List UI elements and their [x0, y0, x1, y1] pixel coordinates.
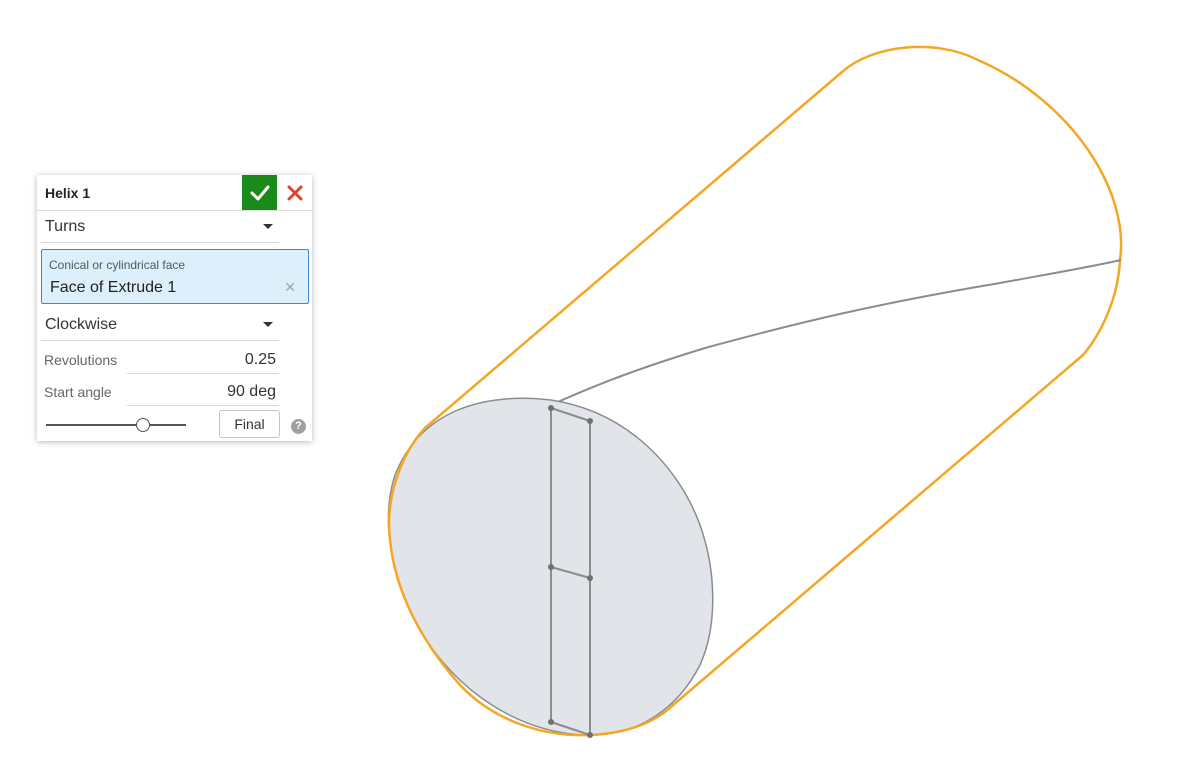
revolutions-label: Revolutions: [44, 352, 118, 368]
accept-button[interactable]: [242, 175, 277, 210]
direction-selected: Clockwise: [45, 316, 118, 333]
close-icon: [287, 185, 303, 200]
check-icon: [250, 185, 269, 200]
helix-type-dropdown[interactable]: Turns: [41, 212, 279, 243]
cylinder-far-end-arc[interactable]: [840, 45, 1123, 357]
cancel-button[interactable]: [280, 175, 310, 210]
dialog-title: Helix 1: [45, 185, 91, 201]
final-button[interactable]: Final: [219, 410, 280, 438]
helix-type-selected: Turns: [45, 218, 86, 235]
face-selection-value: Face of Extrude 1: [50, 279, 177, 296]
chevron-down-icon: [263, 224, 273, 229]
sketch-vertex[interactable]: [587, 732, 593, 738]
helix-curve[interactable]: [550, 259, 1122, 406]
rollback-slider[interactable]: [46, 415, 186, 435]
sketch-vertex[interactable]: [587, 418, 593, 424]
sketch-vertex[interactable]: [587, 575, 593, 581]
cylinder-silhouette-top-edge[interactable]: [423, 70, 844, 430]
face-selection-field[interactable]: Conical or cylindrical face Face of Extr…: [41, 249, 309, 304]
help-icon[interactable]: ?: [291, 419, 306, 434]
sketch-vertex[interactable]: [548, 405, 554, 411]
revolutions-value: 0.25: [244, 351, 276, 368]
revolutions-input[interactable]: 0.25: [127, 343, 279, 374]
sketch-vertex[interactable]: [548, 564, 554, 570]
slider-track: [46, 424, 186, 426]
chevron-down-icon: [263, 322, 273, 327]
start-angle-row: Start angle 90 deg: [41, 375, 279, 406]
direction-dropdown[interactable]: Clockwise: [41, 310, 279, 341]
sketch-vertex[interactable]: [548, 719, 554, 725]
start-angle-value: 90 deg: [227, 383, 276, 400]
clear-selection-icon[interactable]: ✕: [284, 279, 296, 296]
face-selection-caption: Conical or cylindrical face: [49, 258, 186, 272]
dialog-header: Helix 1: [37, 175, 312, 211]
slider-thumb[interactable]: [135, 418, 150, 432]
helix-feature-dialog: Helix 1 Turns Conical or cylindrical fac…: [37, 175, 312, 441]
start-angle-input[interactable]: 90 deg: [127, 375, 279, 406]
start-angle-label: Start angle: [44, 384, 112, 400]
cylinder-silhouette-bottom-edge[interactable]: [670, 353, 1085, 708]
revolutions-row: Revolutions 0.25: [41, 343, 279, 374]
